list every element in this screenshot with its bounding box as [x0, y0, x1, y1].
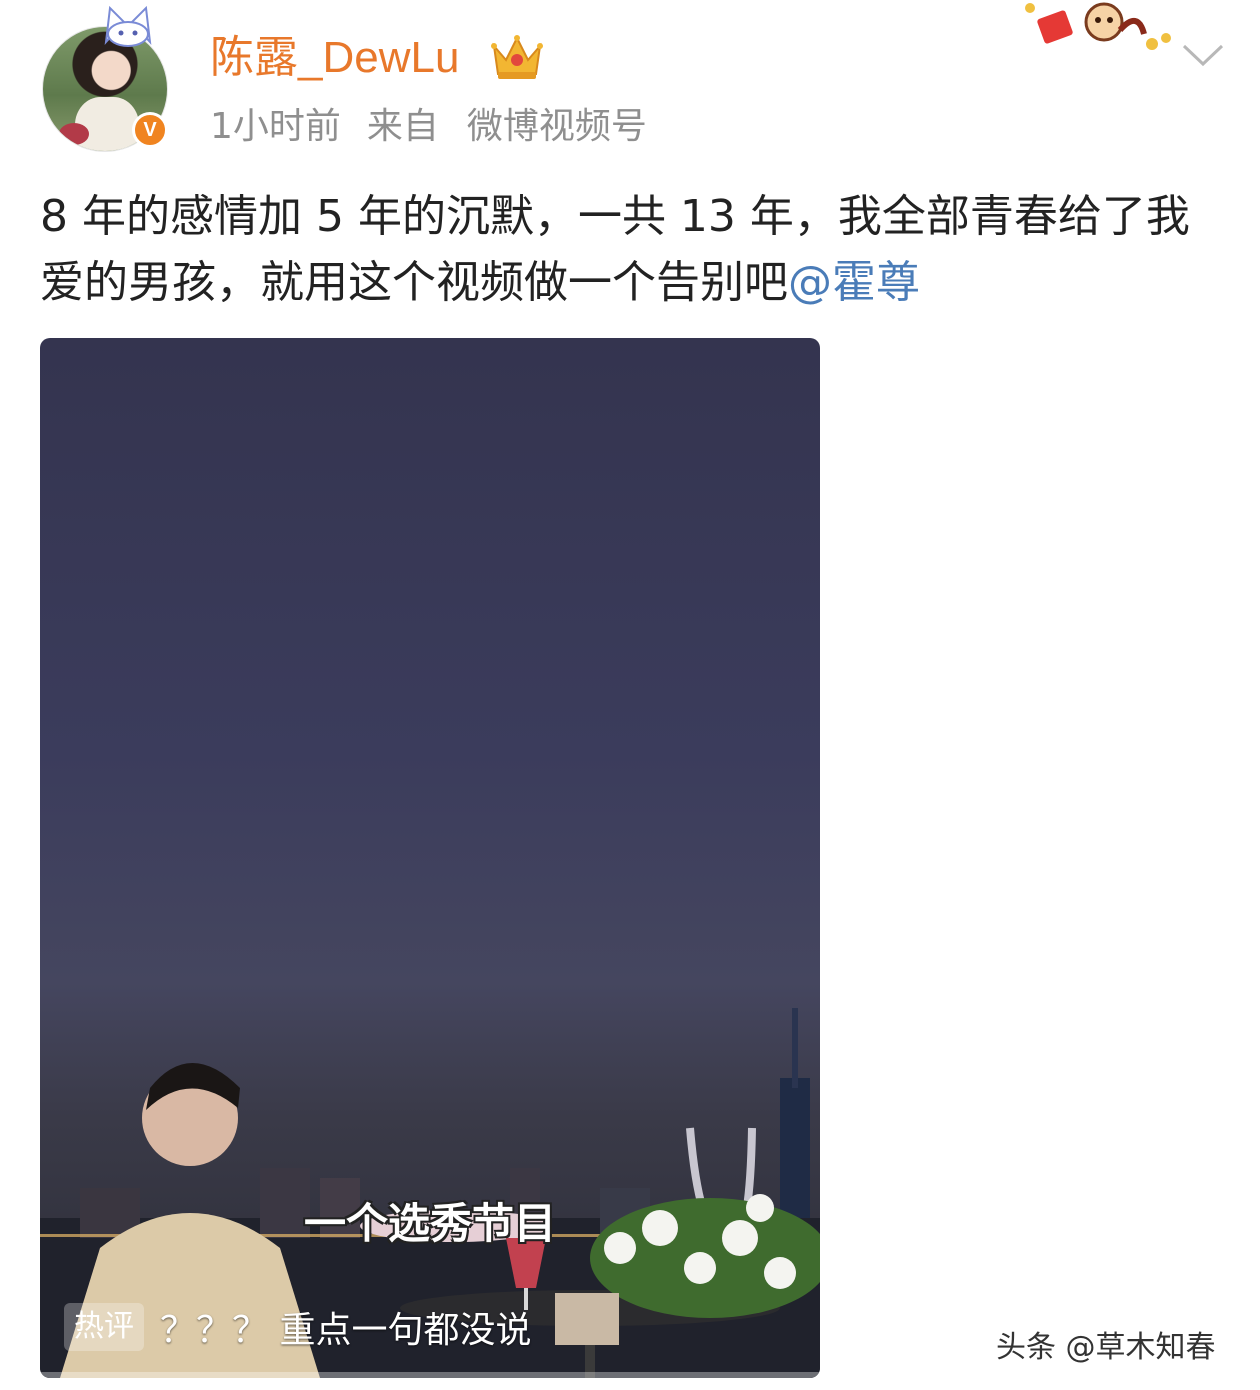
chevron-down-icon[interactable] [1180, 40, 1226, 70]
post-text: 8 年的感情加 5 年的沉默，一共 13 年，我全部青春给了我爱的男孩，就用这个… [40, 191, 1190, 308]
username[interactable]: 陈露_DewLu [210, 30, 459, 86]
video-player[interactable]: 一个选秀节目 热评 ？？？ 重点一句都没说 [40, 338, 820, 1378]
post-meta: 1小时前 来自 微博视频号 [210, 104, 647, 150]
video-subtitle: 一个选秀节目 [303, 1199, 556, 1248]
video-progress-bar[interactable] [40, 1372, 820, 1378]
hot-comment-tag: 热评 [64, 1303, 144, 1351]
from-label: 来自 [366, 106, 439, 147]
avatar-dress [75, 97, 139, 151]
post-body: 8 年的感情加 5 年的沉默，一共 13 年，我全部青春给了我爱的男孩，就用这个… [40, 184, 1220, 316]
avatar-flowers [59, 123, 89, 145]
crown-icon [491, 35, 543, 79]
watermark: 头条 @草木知春 [996, 1330, 1216, 1365]
hot-comment-text: ？？？ 重点一句都没说 [160, 1310, 532, 1351]
weibo-post: V 陈露_DewLu 1小时前 来自 微博视频号 8 年的感情加 5 年的沉默，一共… [0, 0, 1260, 1390]
post-source[interactable]: 微博视频号 [467, 106, 647, 147]
verified-icon: V [132, 112, 168, 148]
card-decoration [1025, 2, 1171, 50]
cat-ears-icon [104, 5, 152, 47]
mention-link[interactable]: @霍尊 [788, 257, 920, 308]
post-time[interactable]: 1小时前 [210, 106, 341, 147]
hot-comment-bar[interactable]: 热评 ？？？ 重点一句都没说 [64, 1300, 531, 1354]
